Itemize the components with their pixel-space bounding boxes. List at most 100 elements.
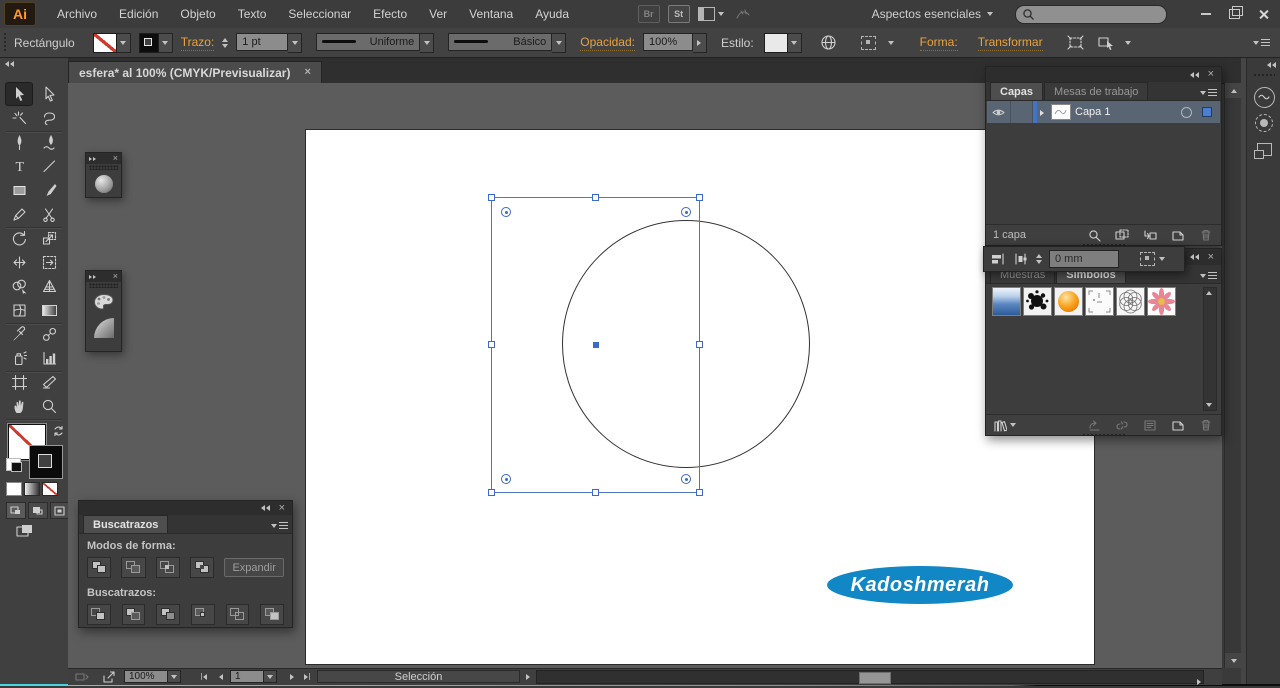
stroke-color-control[interactable]	[139, 33, 173, 53]
swap-fill-stroke-icon[interactable]	[52, 424, 65, 437]
tool-lasso[interactable]	[35, 106, 63, 130]
tool-type[interactable]: T	[5, 154, 33, 178]
tool-eyedropper[interactable]	[5, 322, 33, 346]
handle-top-left[interactable]	[488, 194, 495, 201]
close-strip-icon[interactable]: ×	[113, 154, 118, 163]
search-input[interactable]	[1015, 5, 1167, 24]
corner-widget-bottom-left[interactable]	[501, 474, 511, 484]
menu-efecto[interactable]: Efecto	[362, 0, 418, 28]
center-point[interactable]	[593, 342, 599, 348]
tool-selection[interactable]	[5, 82, 33, 106]
unite-button[interactable]	[87, 557, 111, 578]
corner-widget-bottom-right[interactable]	[681, 474, 691, 484]
break-symbol-link-icon[interactable]	[1114, 418, 1130, 432]
crop-button[interactable]	[191, 604, 215, 625]
zoom-dropdown[interactable]	[168, 670, 181, 683]
stock-button[interactable]: St	[668, 5, 690, 23]
layers-panel-menu[interactable]	[1200, 89, 1217, 100]
control-panel-menu[interactable]	[1253, 39, 1270, 46]
tool-free-transform[interactable]	[35, 250, 63, 274]
symbol-spiro[interactable]	[1116, 287, 1145, 316]
palette-tool[interactable]	[86, 289, 121, 315]
status-options-button[interactable]	[520, 670, 535, 683]
fill-swatch[interactable]	[93, 33, 117, 53]
style-swatch[interactable]	[764, 33, 788, 53]
tool-mesh[interactable]	[5, 298, 33, 322]
select-similar-dropdown[interactable]	[888, 41, 894, 45]
tool-scissors[interactable]	[35, 202, 63, 226]
menu-texto[interactable]: Texto	[227, 0, 278, 28]
layer-expand-arrow[interactable]	[1040, 105, 1044, 119]
handle-top-center[interactable]	[592, 194, 599, 201]
gradient-button[interactable]	[24, 482, 40, 496]
intersect-button[interactable]	[156, 557, 180, 578]
bridge-button[interactable]: Br	[638, 5, 660, 23]
opacity-dropdown[interactable]	[693, 33, 707, 53]
menu-archivo[interactable]: Archivo	[46, 0, 108, 28]
delete-symbol-icon[interactable]	[1198, 418, 1214, 432]
tools-collapse-button[interactable]	[5, 61, 14, 67]
previous-artboard-button[interactable]	[213, 670, 228, 683]
layer-visibility-toggle[interactable]	[987, 101, 1011, 123]
stroke-width-field[interactable]: 1 pt	[236, 33, 288, 51]
outline-button[interactable]	[226, 604, 250, 625]
tool-hand[interactable]	[5, 394, 33, 418]
pathfinder-panel-menu[interactable]	[271, 522, 288, 533]
menu-seleccionar[interactable]: Seleccionar	[277, 0, 362, 28]
menu-objeto[interactable]: Objeto	[169, 0, 226, 28]
close-panel-icon[interactable]: ×	[1208, 69, 1214, 80]
panel-resize-grip[interactable]	[1082, 432, 1126, 436]
tool-scale[interactable]	[35, 226, 63, 250]
width-profile-dropdown[interactable]	[420, 33, 434, 53]
layer-selection-indicator[interactable]	[1202, 107, 1212, 117]
color-button[interactable]	[6, 482, 22, 496]
screen-mode-button[interactable]	[16, 524, 33, 541]
merge-button[interactable]	[156, 604, 180, 625]
default-fill-stroke-icon[interactable]	[6, 458, 21, 471]
last-artboard-button[interactable]	[299, 670, 314, 683]
corner-widget-top-left[interactable]	[501, 207, 511, 217]
handle-top-right[interactable]	[696, 194, 703, 201]
zoom-value[interactable]: 100%	[124, 670, 168, 683]
new-symbol-icon[interactable]	[1170, 418, 1186, 432]
collapse-panel-icon[interactable]	[1190, 72, 1199, 78]
brush-field[interactable]: Básico	[448, 33, 552, 51]
shear-tool[interactable]	[86, 315, 121, 341]
fill-dropdown[interactable]	[117, 33, 131, 53]
stroke-width-stepper[interactable]	[222, 38, 228, 48]
corner-widget-top-right[interactable]	[681, 207, 691, 217]
artboard-number-field[interactable]: 1	[230, 670, 264, 683]
align-to-selector[interactable]	[1140, 252, 1165, 266]
minus-front-button[interactable]	[121, 557, 145, 578]
share-document-icon[interactable]	[100, 670, 116, 683]
stroke-dropdown[interactable]	[159, 33, 173, 53]
illustrator-logo[interactable]: Ai	[4, 2, 36, 26]
draw-inside-button[interactable]	[50, 502, 70, 519]
minus-back-button[interactable]	[260, 604, 284, 625]
new-sublayer-icon[interactable]	[1142, 228, 1158, 242]
fill-color-control[interactable]	[93, 33, 131, 53]
collapse-panel-icon[interactable]	[261, 505, 270, 511]
close-panel-icon[interactable]: ×	[1208, 252, 1214, 263]
close-panel-icon[interactable]: ×	[279, 503, 285, 514]
opacity-field[interactable]: 100%	[643, 33, 693, 51]
stroke-panel-link[interactable]: Trazo:	[181, 35, 215, 51]
tool-direct-selection[interactable]	[35, 82, 63, 106]
none-button[interactable]	[42, 482, 58, 496]
symbol-options-icon[interactable]	[1142, 418, 1158, 432]
handle-middle-right[interactable]	[696, 341, 703, 348]
rotate-view-tool[interactable]	[86, 171, 121, 197]
tool-gradient[interactable]	[35, 298, 63, 322]
symbol-blue-gradient[interactable]	[992, 287, 1021, 316]
transform-panel-link[interactable]: Transformar	[978, 35, 1043, 51]
tool-pen[interactable]	[5, 130, 33, 154]
layer-row[interactable]: Capa 1	[987, 101, 1220, 123]
distribute-spacing-stepper[interactable]	[1036, 254, 1042, 264]
layer-name[interactable]: Capa 1	[1075, 106, 1110, 118]
tab-buscatrazos[interactable]: Buscatrazos	[83, 515, 168, 533]
trim-button[interactable]	[122, 604, 146, 625]
width-profile-field[interactable]: Uniforme	[316, 33, 420, 51]
place-symbol-instance-icon[interactable]	[1086, 418, 1102, 432]
horizontal-scrollbar[interactable]	[536, 670, 1204, 684]
document-tab[interactable]: esfera* al 100% (CMYK/Previsualizar) ×	[68, 61, 322, 83]
